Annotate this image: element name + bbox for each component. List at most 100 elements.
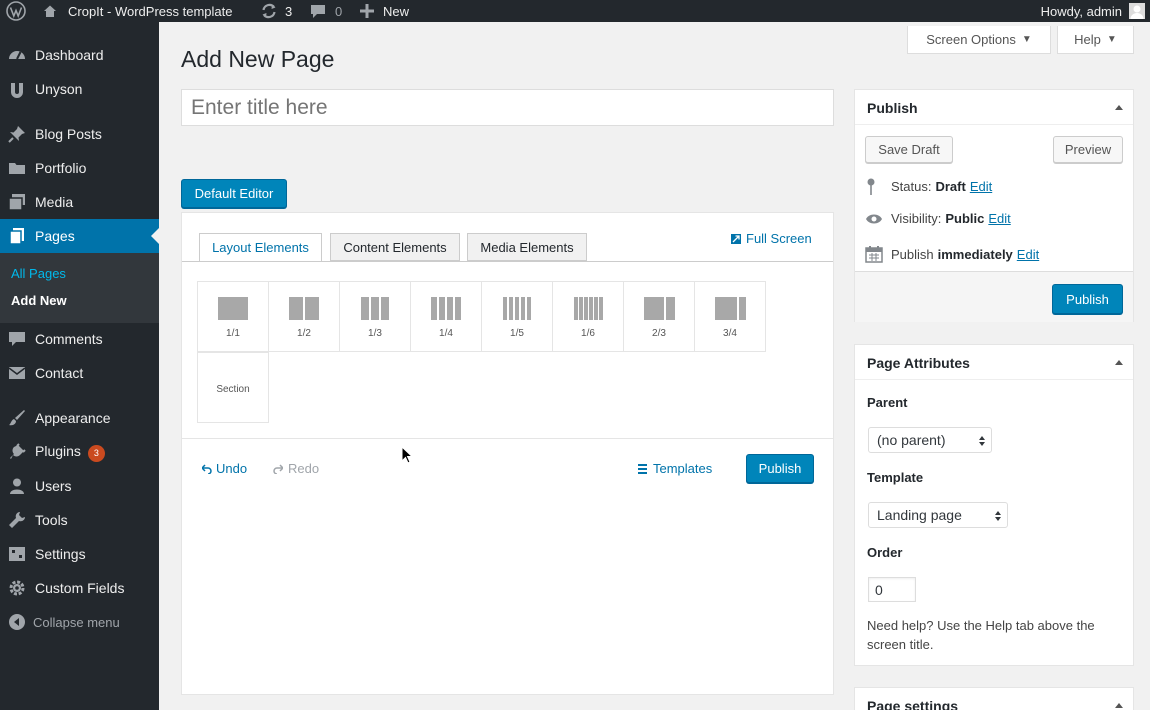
select-arrows-icon <box>995 510 1001 522</box>
column-preview <box>624 297 694 320</box>
builder-footer-divider <box>182 438 833 439</box>
sidebar-item-label: Pages <box>35 228 75 244</box>
submenu-all-pages[interactable]: All Pages <box>11 266 66 281</box>
title-input[interactable] <box>181 89 834 126</box>
edit-status-link[interactable]: Edit <box>970 179 992 194</box>
sidebar-item-dashboard[interactable]: Dashboard <box>0 38 159 72</box>
collapse-toggle-icon[interactable] <box>1115 105 1123 110</box>
parent-select[interactable]: (no parent) <box>868 427 992 453</box>
site-name-link[interactable]: CropIt - WordPress template <box>43 0 232 22</box>
wrench-icon <box>8 511 26 529</box>
updates-count: 3 <box>285 3 293 19</box>
column-preview <box>553 297 623 320</box>
admin-bar: CropIt - WordPress template 3 0 New Howd… <box>0 0 1150 22</box>
undo-label: Undo <box>216 461 248 476</box>
page-settings-box: Page settings <box>854 687 1134 710</box>
comments-link[interactable]: 0 <box>310 0 342 22</box>
templates-icon <box>638 463 647 474</box>
layout-item-1-3[interactable]: 1/3 <box>339 281 411 352</box>
my-account-link[interactable]: Howdy, admin <box>1041 0 1145 22</box>
template-select[interactable]: Landing page <box>868 502 1008 528</box>
sidebar-item-label: Appearance <box>35 410 111 426</box>
help-tab[interactable]: Help ▼ <box>1057 26 1134 54</box>
sidebar-item-custom-fields[interactable]: Custom Fields <box>0 571 159 605</box>
order-input[interactable]: 0 <box>868 577 916 602</box>
new-content-link[interactable]: New <box>360 0 409 22</box>
column-preview <box>482 297 552 320</box>
layout-item-3-4[interactable]: 3/4 <box>694 281 766 352</box>
visibility-row: Visibility: Public Edit <box>865 211 1011 226</box>
sidebar-item-users[interactable]: Users <box>0 469 159 503</box>
layout-item-2-3[interactable]: 2/3 <box>623 281 695 352</box>
dashboard-icon <box>8 46 26 64</box>
publish-date-row: Publish immediately Edit <box>865 245 1039 263</box>
tab-media-elements[interactable]: Media Elements <box>467 233 587 261</box>
calendar-icon <box>865 245 891 263</box>
publish-box-title: Publish <box>867 100 918 116</box>
edit-publish-date-link[interactable]: Edit <box>1017 247 1039 262</box>
default-editor-button[interactable]: Default Editor <box>181 179 287 208</box>
full-screen-button[interactable]: Full Screen <box>731 231 812 246</box>
layout-item-label: 1/5 <box>510 328 524 339</box>
plugins-update-badge: 3 <box>87 444 105 462</box>
comment-icon <box>310 4 326 19</box>
sidebar-item-tools[interactable]: Tools <box>0 503 159 537</box>
column-preview <box>411 297 481 320</box>
builder-publish-button[interactable]: Publish <box>746 454 814 483</box>
publish-box-header[interactable]: Publish <box>855 90 1133 125</box>
sidebar-item-appearance[interactable]: Appearance <box>0 401 159 435</box>
collapse-toggle-icon[interactable] <box>1115 703 1123 708</box>
full-screen-label: Full Screen <box>746 231 812 246</box>
publish-actions: Publish <box>855 271 1133 322</box>
page-attributes-header[interactable]: Page Attributes <box>855 345 1133 380</box>
page-attributes-help-text: Need help? Use the Help tab above the sc… <box>867 618 1095 652</box>
collapse-menu-button[interactable]: Collapse menu <box>0 605 159 639</box>
layout-item-1-2[interactable]: 1/2 <box>268 281 340 352</box>
layout-item-label: 1/6 <box>581 328 595 339</box>
wordpress-logo-icon[interactable] <box>6 0 26 22</box>
tab-content-elements[interactable]: Content Elements <box>330 233 460 261</box>
sidebar-item-blog-posts[interactable]: Blog Posts <box>0 117 159 151</box>
tab-layout-elements[interactable]: Layout Elements <box>199 233 322 262</box>
sidebar-item-label: Users <box>35 478 72 494</box>
eye-icon <box>865 213 891 225</box>
sidebar-item-label: Plugins 3 <box>35 443 105 462</box>
undo-button[interactable]: Undo <box>202 461 247 476</box>
redo-button[interactable]: Redo <box>273 461 319 476</box>
collapse-toggle-icon[interactable] <box>1115 360 1123 365</box>
screen-options-tab[interactable]: Screen Options ▼ <box>907 26 1051 54</box>
publish-button[interactable]: Publish <box>1052 284 1123 314</box>
layout-item-1-4[interactable]: 1/4 <box>410 281 482 352</box>
submenu-add-new[interactable]: Add New <box>11 293 67 308</box>
home-icon <box>43 4 57 18</box>
sidebar-item-pages[interactable]: Pages <box>0 219 159 253</box>
layout-item-1-1[interactable]: 1/1 <box>197 281 269 352</box>
layout-item-1-6[interactable]: 1/6 <box>552 281 624 352</box>
layout-item-section[interactable]: Section <box>197 352 269 423</box>
unyson-icon <box>8 80 26 98</box>
column-preview <box>198 297 268 320</box>
templates-button[interactable]: Templates <box>638 461 712 476</box>
save-draft-button[interactable]: Save Draft <box>865 136 953 163</box>
plus-icon <box>360 4 374 18</box>
page-settings-header[interactable]: Page settings <box>855 688 1133 710</box>
sidebar-item-label: Dashboard <box>35 47 104 63</box>
edit-visibility-link[interactable]: Edit <box>988 211 1010 226</box>
publish-box: Publish Save Draft Preview Status: Draft… <box>854 89 1134 322</box>
sidebar-item-plugins[interactable]: Plugins 3 <box>0 435 159 469</box>
sidebar-item-contact[interactable]: Contact <box>0 356 159 390</box>
page-settings-title: Page settings <box>867 698 959 710</box>
page-builder: Layout Elements Content Elements Media E… <box>181 212 834 695</box>
sidebar-item-portfolio[interactable]: Portfolio <box>0 151 159 185</box>
layout-item-1-5[interactable]: 1/5 <box>481 281 553 352</box>
sidebar-item-comments[interactable]: Comments <box>0 322 159 356</box>
sidebar-item-settings[interactable]: Settings <box>0 537 159 571</box>
column-preview <box>695 297 765 320</box>
tab-divider <box>182 261 833 262</box>
updates-icon <box>260 2 278 20</box>
updates-link[interactable]: 3 <box>260 0 292 22</box>
sidebar-item-media[interactable]: Media <box>0 185 159 219</box>
sidebar-item-unyson[interactable]: Unyson <box>0 72 159 106</box>
preview-button[interactable]: Preview <box>1053 136 1123 163</box>
status-value: Draft <box>935 178 966 194</box>
